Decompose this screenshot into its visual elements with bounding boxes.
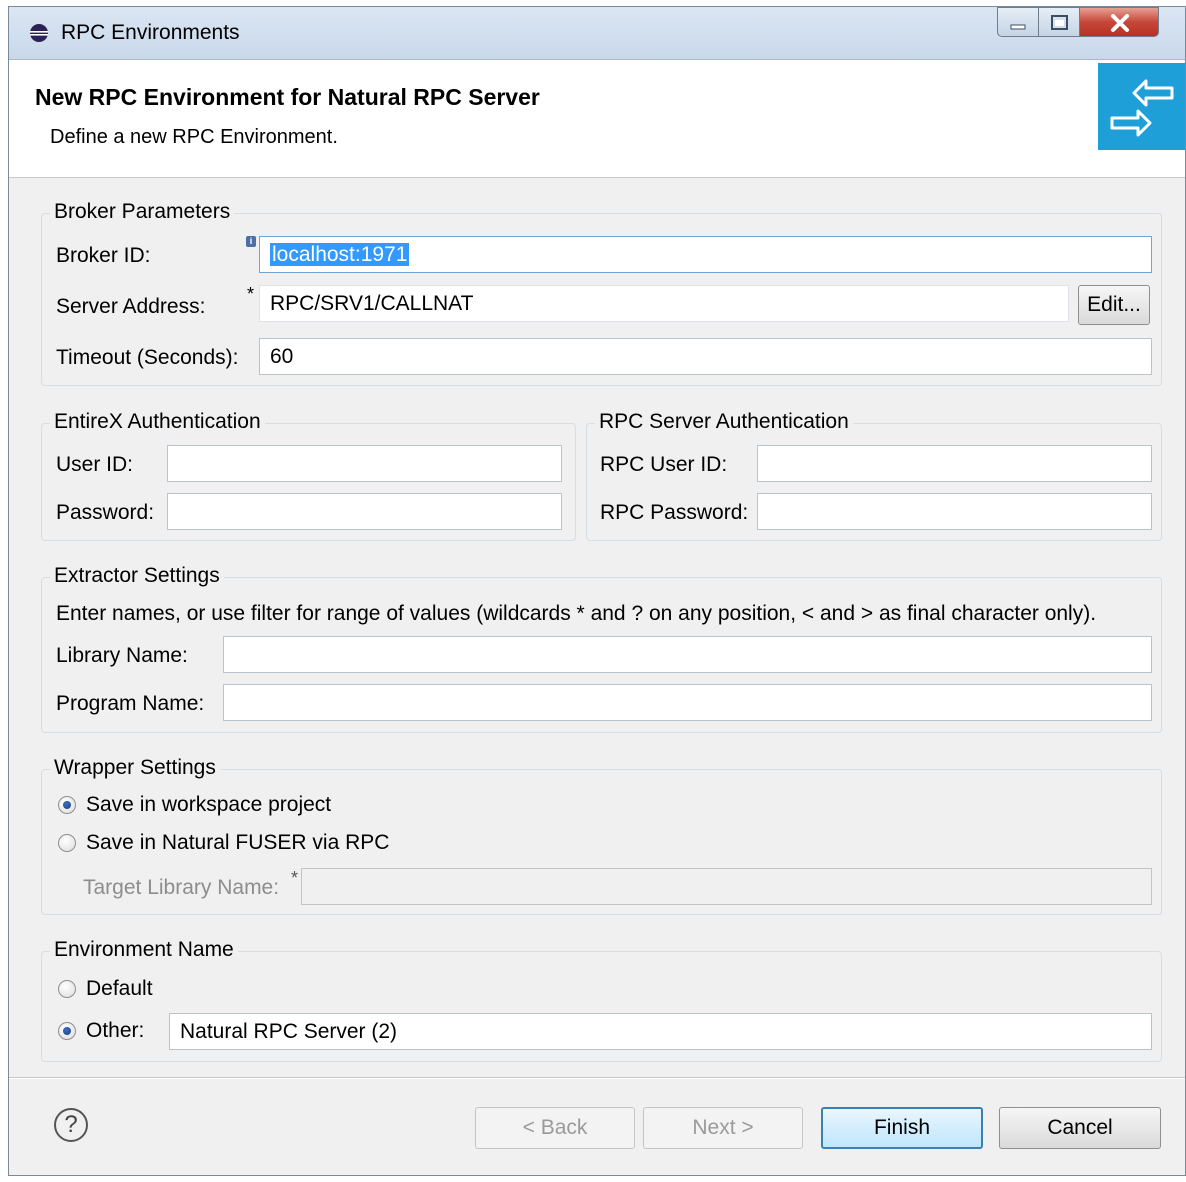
banner-image: [1098, 63, 1185, 150]
rpc-password-input[interactable]: [757, 493, 1152, 530]
page-title: New RPC Environment for Natural RPC Serv…: [35, 84, 540, 110]
timeout-label: Timeout (Seconds):: [56, 346, 239, 369]
title-bar[interactable]: RPC Environments: [9, 7, 1185, 60]
default-label[interactable]: Default: [86, 977, 153, 1001]
save-workspace-radio[interactable]: [58, 796, 76, 814]
program-name-label: Program Name:: [56, 692, 205, 715]
window-title: RPC Environments: [61, 21, 240, 44]
save-fuser-radio[interactable]: [58, 834, 76, 852]
user-id-input[interactable]: [167, 445, 562, 482]
entirex-authentication-legend: EntireX Authentication: [50, 410, 265, 434]
target-library-input[interactable]: [301, 868, 1152, 905]
cancel-button[interactable]: Cancel: [999, 1107, 1161, 1149]
page-subtitle: Define a new RPC Environment.: [50, 126, 338, 148]
help-icon[interactable]: ?: [54, 1108, 88, 1142]
broker-parameters-legend: Broker Parameters: [50, 200, 235, 224]
password-label: Password:: [56, 501, 155, 524]
maximize-button[interactable]: [1038, 7, 1080, 37]
back-button[interactable]: < Back: [475, 1107, 635, 1149]
save-workspace-label[interactable]: Save in workspace project: [86, 793, 331, 817]
timeout-input[interactable]: 60: [259, 338, 1152, 375]
broker-id-label: Broker ID:: [56, 244, 151, 267]
environment-name-input[interactable]: Natural RPC Server (2): [169, 1013, 1152, 1050]
eclipse-app-icon: [30, 24, 48, 42]
library-name-label: Library Name:: [56, 644, 188, 667]
maximize-icon: [1051, 15, 1068, 30]
minimize-icon: [1010, 24, 1026, 30]
footer-separator: [9, 1077, 1185, 1079]
environment-name-value: Natural RPC Server (2): [180, 1020, 398, 1043]
target-library-label: Target Library Name:: [83, 876, 280, 899]
extractor-settings-legend: Extractor Settings: [50, 564, 224, 588]
server-address-input[interactable]: RPC/SRV1/CALLNAT: [259, 285, 1069, 322]
minimize-button[interactable]: [997, 7, 1039, 37]
wizard-header: New RPC Environment for Natural RPC Serv…: [9, 60, 1185, 178]
server-address-value: RPC/SRV1/CALLNAT: [270, 292, 474, 315]
broker-id-value: localhost:1971: [270, 243, 410, 266]
library-name-input[interactable]: [223, 636, 1152, 673]
server-address-label: Server Address:: [56, 295, 206, 318]
rpc-password-label: RPC Password:: [600, 501, 749, 524]
dialog-window: RPC Environments New RPC Environment for…: [8, 6, 1186, 1176]
close-button[interactable]: [1079, 7, 1159, 37]
program-name-input[interactable]: [223, 684, 1152, 721]
other-radio[interactable]: [58, 1022, 76, 1040]
timeout-value: 60: [270, 345, 294, 368]
user-id-label: User ID:: [56, 453, 134, 476]
password-input[interactable]: [167, 493, 562, 530]
required-marker: *: [247, 284, 255, 304]
rpc-user-id-label: RPC User ID:: [600, 453, 728, 476]
next-button[interactable]: Next >: [643, 1107, 803, 1149]
rpc-server-authentication-legend: RPC Server Authentication: [595, 410, 853, 434]
other-label[interactable]: Other:: [86, 1019, 144, 1043]
close-icon: [1111, 14, 1129, 32]
save-fuser-label[interactable]: Save in Natural FUSER via RPC: [86, 831, 389, 855]
extractor-hint-text: Enter names, or use filter for range of …: [56, 602, 1097, 625]
finish-button[interactable]: Finish: [821, 1107, 983, 1149]
broker-id-input[interactable]: localhost:1971: [259, 236, 1152, 273]
arrows-exchange-icon: [1110, 79, 1174, 137]
edit-button[interactable]: Edit...: [1078, 285, 1150, 325]
environment-name-legend: Environment Name: [50, 938, 238, 962]
info-icon: i: [246, 236, 256, 247]
rpc-user-id-input[interactable]: [757, 445, 1152, 482]
required-marker: *: [291, 868, 299, 888]
default-radio[interactable]: [58, 980, 76, 998]
wrapper-settings-legend: Wrapper Settings: [50, 756, 220, 780]
